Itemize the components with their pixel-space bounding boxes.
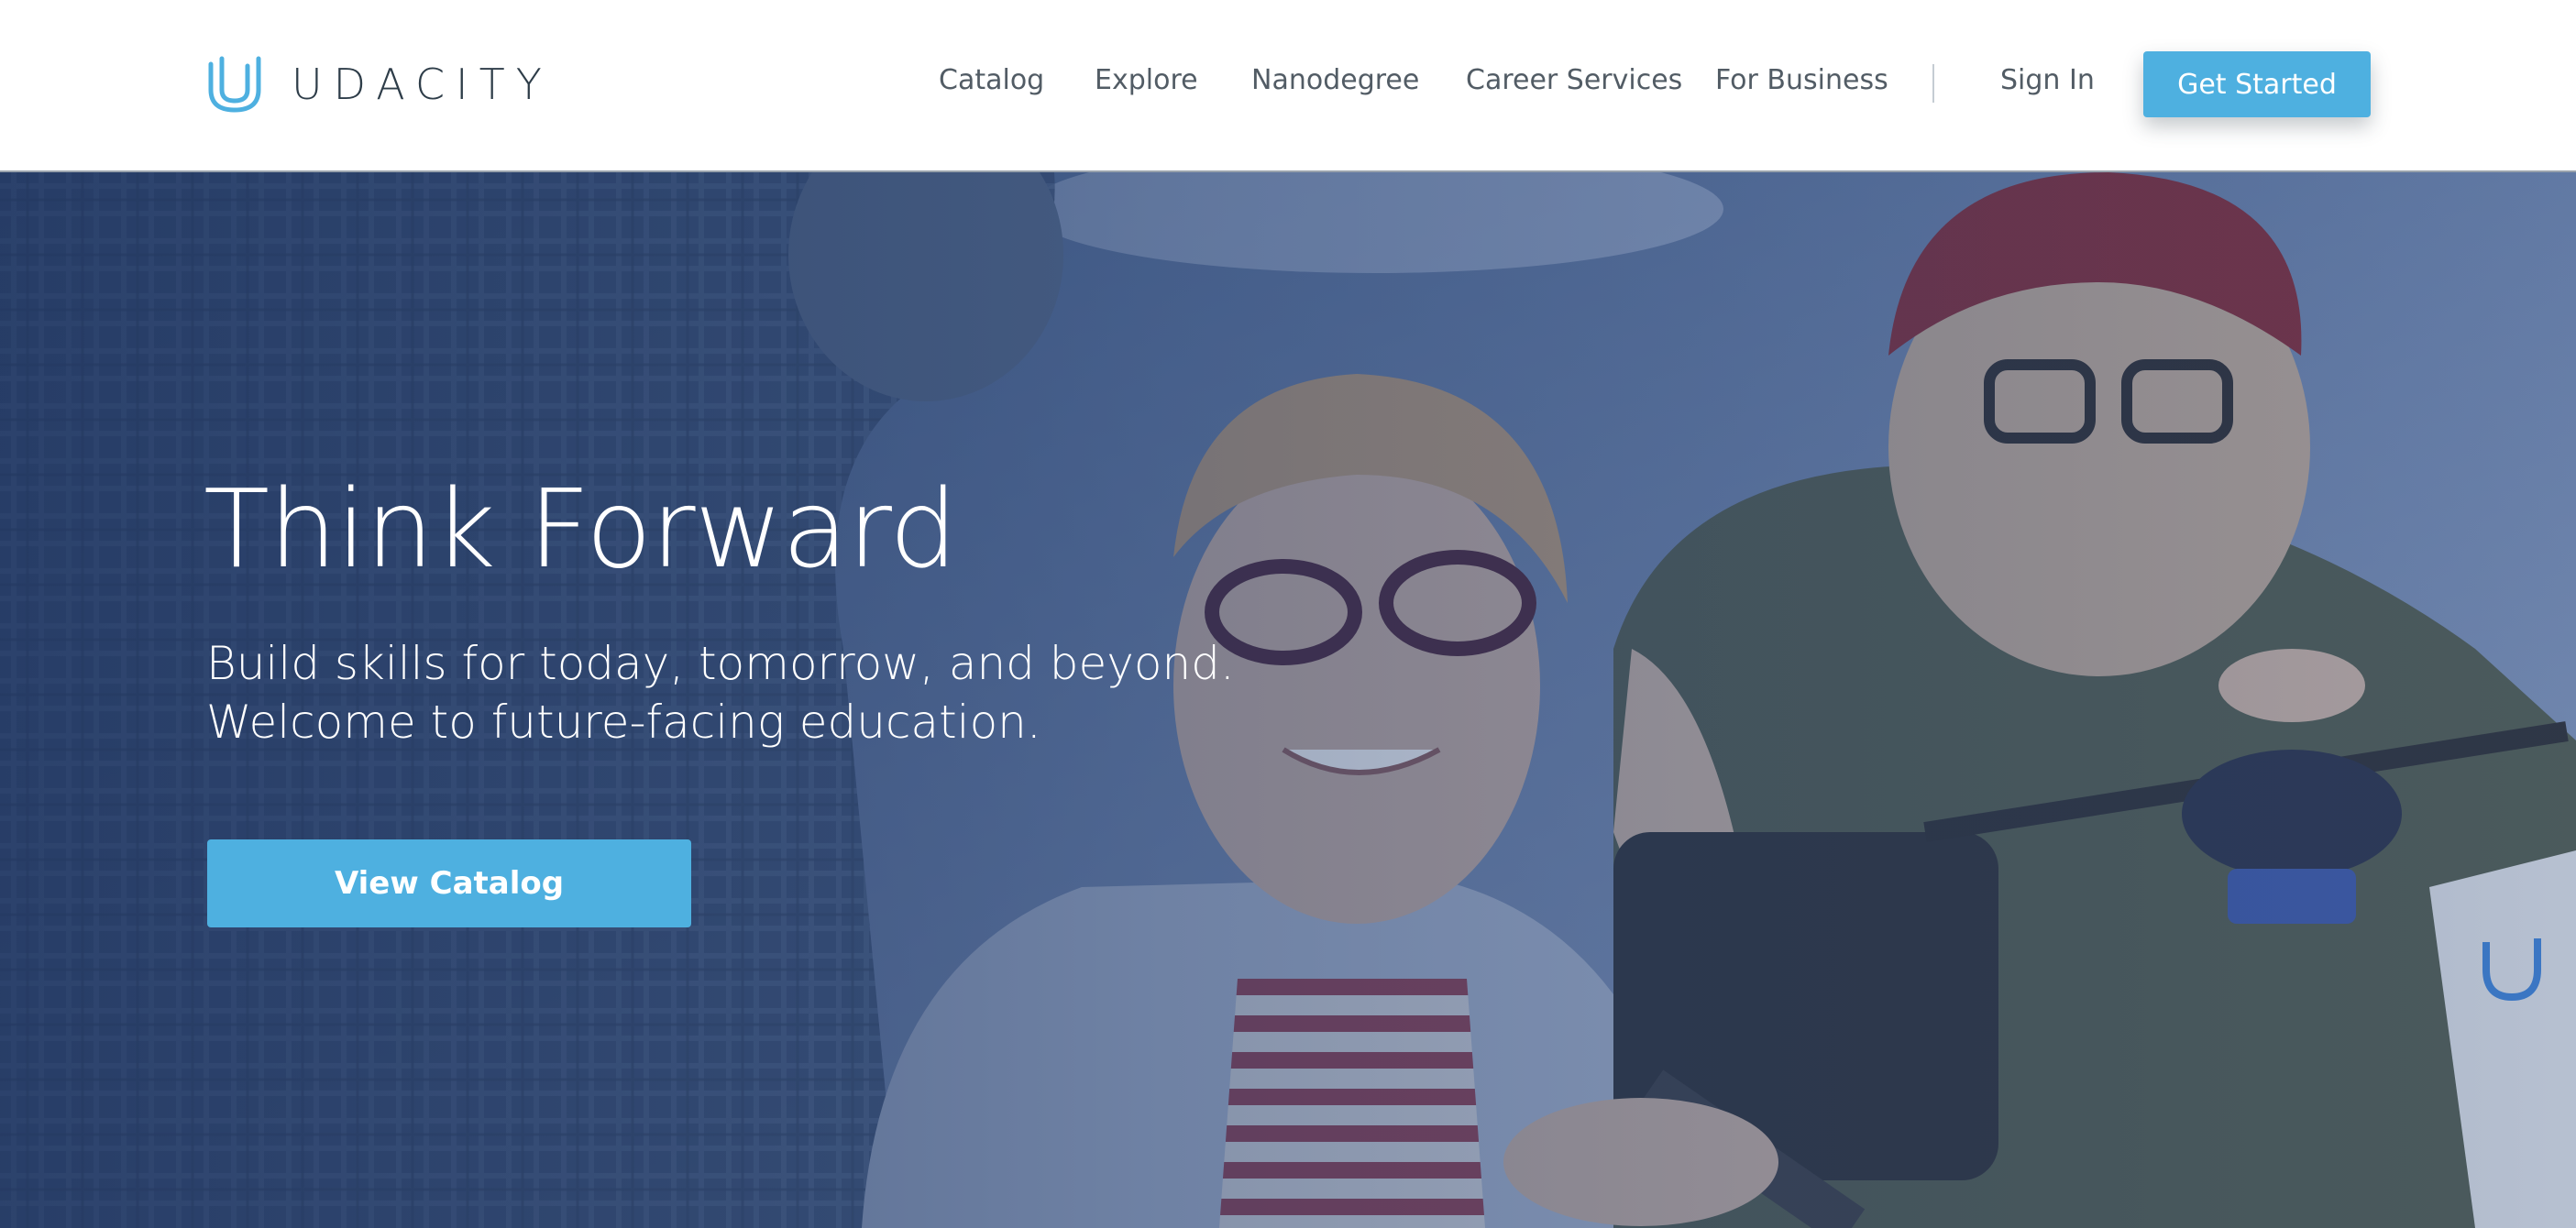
nav-item-explore[interactable]: Explore [1095, 64, 1198, 96]
get-started-button[interactable]: Get Started [2143, 51, 2371, 117]
site-header: UDACITY Catalog Explore Nanodegree Caree… [0, 0, 2576, 172]
view-catalog-button[interactable]: View Catalog [207, 839, 691, 927]
hero-subtitle-line: Welcome to future-facing education. [206, 696, 1041, 749]
nav-item-nanodegree[interactable]: Nanodegree [1251, 64, 1419, 96]
hero-section: Think Forward Build skills for today, to… [0, 172, 2576, 1228]
nav-item-catalog[interactable]: Catalog [939, 64, 1044, 96]
hero-subtitle-line: Build skills for today, tomorrow, and be… [206, 637, 1235, 690]
nav-item-for-business[interactable]: For Business [1715, 64, 1888, 96]
nav-divider [1932, 64, 1934, 103]
sign-in-link[interactable]: Sign In [2000, 64, 2095, 96]
nav-item-career-services[interactable]: Career Services [1466, 64, 1682, 96]
hero-subtitle: Build skills for today, tomorrow, and be… [206, 634, 1235, 751]
udacity-u-icon [208, 56, 261, 113]
brand-name: UDACITY [292, 60, 553, 109]
hero-title: Think Forward [204, 466, 958, 592]
udacity-logo-link[interactable]: UDACITY [205, 53, 553, 115]
